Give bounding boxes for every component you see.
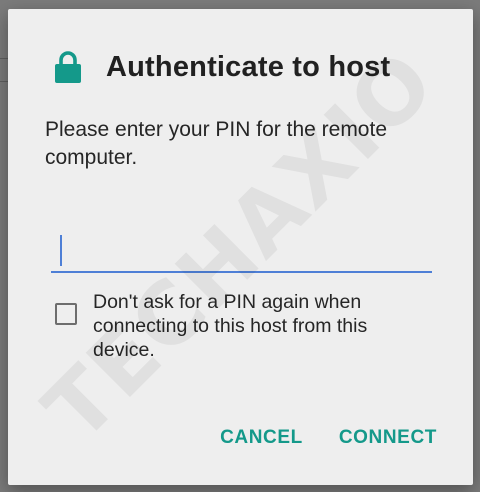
dialog-title: Authenticate to host — [106, 50, 391, 83]
pin-field[interactable] — [51, 225, 432, 273]
remember-pin-label[interactable]: Don't ask for a PIN again when connectin… — [93, 290, 433, 362]
cancel-button[interactable]: CANCEL — [220, 427, 303, 449]
dialog-actions: CANCEL CONNECT — [220, 427, 437, 449]
lock-icon — [55, 51, 81, 83]
dialog-header: Authenticate to host — [54, 45, 390, 89]
connect-button[interactable]: CONNECT — [339, 427, 437, 449]
dialog-message: Please enter your PIN for the remote com… — [45, 118, 387, 169]
remember-pin-checkbox[interactable] — [55, 303, 77, 325]
authenticate-dialog: Authenticate to host Please enter your P… — [8, 9, 473, 485]
text-caret — [60, 235, 62, 266]
pin-input[interactable] — [51, 225, 432, 271]
